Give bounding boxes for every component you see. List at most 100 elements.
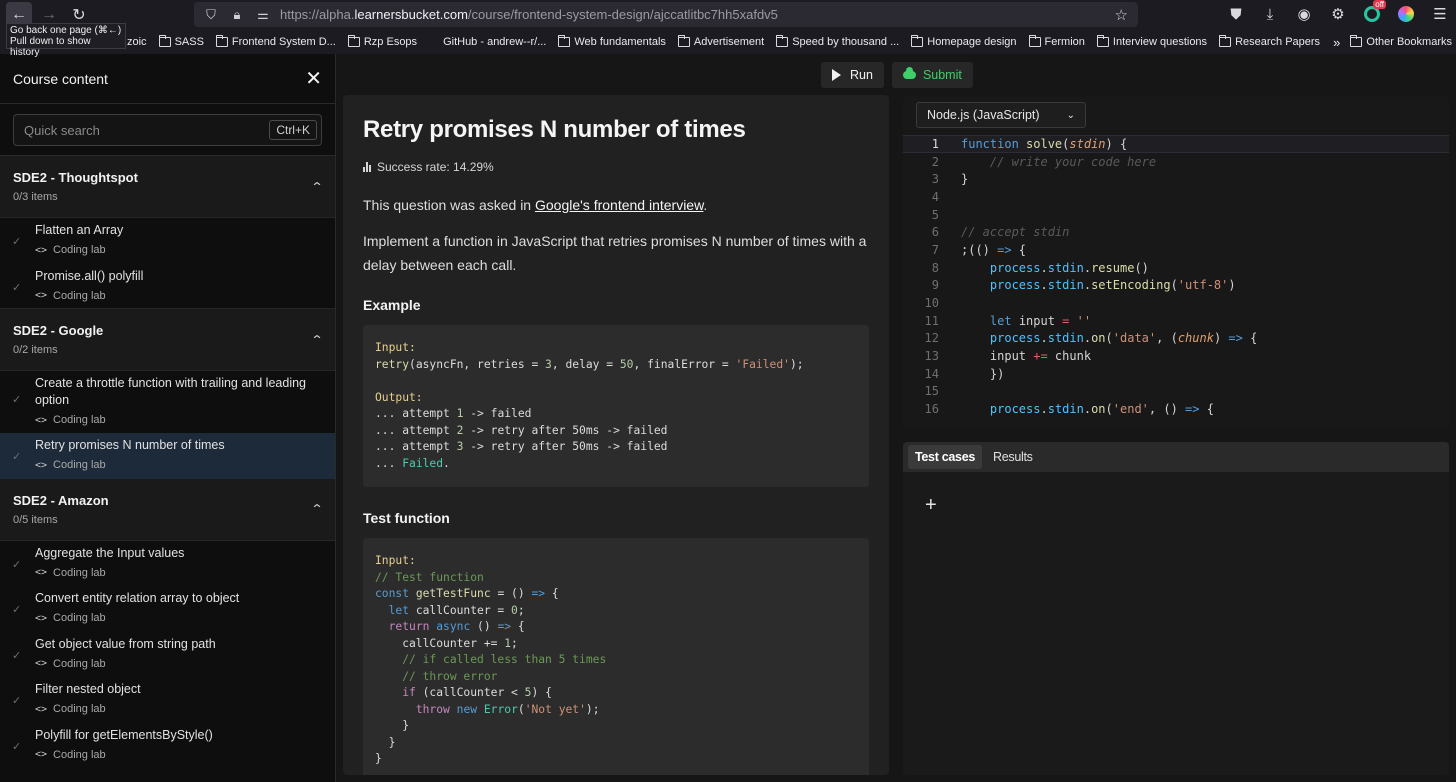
test-function-heading: Test function <box>363 510 450 526</box>
list-item[interactable]: ✓ Polyfill for getElementsByStyle() <> Codi… <box>0 723 335 769</box>
example-heading: Example <box>363 297 421 313</box>
account-icon[interactable]: ◉ <box>1294 3 1314 25</box>
section-header-google[interactable]: SDE2 - Google 0/2 items ⌃ <box>0 309 335 371</box>
interview-link[interactable]: Google's frontend interview <box>535 197 703 213</box>
list-item[interactable]: ✓ Promise.all() polyfill <> Coding lab <box>0 264 335 309</box>
search-wrap: Ctrl+K <box>0 104 335 156</box>
code-line[interactable]: 15 <box>903 383 1449 401</box>
list-item-active[interactable]: ✓ Retry promises N number of times <> Codin… <box>0 433 335 479</box>
color-extension-icon[interactable] <box>1396 3 1416 25</box>
code-line[interactable]: 9 process.stdin.setEncoding('utf-8') <box>903 277 1449 295</box>
item-type: Coding lab <box>53 748 106 761</box>
question-title: Retry promises N number of times <box>363 116 746 143</box>
code-line[interactable]: 3} <box>903 170 1449 188</box>
lock-icon[interactable]: 🔒︎ <box>228 7 246 23</box>
item-title: Convert entity relation array to object <box>35 591 240 605</box>
sidebar-title: Course content <box>13 70 108 87</box>
bookmark-item[interactable]: Rzp Esops <box>347 35 417 48</box>
pocket-icon[interactable]: ⛊ <box>1226 3 1246 25</box>
bookmark-item[interactable]: Homepage design <box>911 35 1017 48</box>
code-line[interactable]: 14 }) <box>903 365 1449 383</box>
add-test-case-icon[interactable]: + <box>925 494 937 517</box>
url-text[interactable]: https://alpha.learnersbucket.com/course/… <box>280 7 778 22</box>
list-item[interactable]: ✓ Create a throttle function with trailin… <box>0 371 335 433</box>
list-item[interactable]: ✓ Flatten an Array <> Coding lab <box>0 218 335 264</box>
search-shortcut: Ctrl+K <box>269 120 317 140</box>
shield-icon[interactable]: ⛉ <box>202 7 220 23</box>
check-icon: ✓ <box>12 649 22 662</box>
code-icon: <> <box>35 658 48 669</box>
browser-toolbar: ← → ↻ ⛉ 🔒︎ ⚌ https://alpha.learnersbucke… <box>0 0 1456 30</box>
check-icon: ✓ <box>12 740 22 753</box>
code-line[interactable]: 10 <box>903 294 1449 312</box>
code-line[interactable]: 11 let input = '' <box>903 312 1449 330</box>
chevron-more-icon[interactable]: » <box>1333 35 1340 50</box>
bookmark-item[interactable]: Frontend System D... <box>215 35 336 48</box>
bookmark-item[interactable]: Web fundamentals <box>558 35 666 48</box>
code-line[interactable]: 1 function solve(stdin) { <box>903 135 1449 153</box>
section-header-thoughtspot[interactable]: SDE2 - Thoughtspot 0/3 items ⌃ <box>0 156 335 218</box>
chevron-up-icon[interactable]: ⌃ <box>310 502 323 516</box>
section-header-amazon[interactable]: SDE2 - Amazon 0/5 items ⌃ <box>0 478 335 541</box>
section-count: 0/2 items <box>13 344 58 356</box>
language-select[interactable]: Node.js (JavaScript) ⌄ <box>916 102 1086 128</box>
code-line[interactable]: 4 <box>903 188 1449 206</box>
editor-lines[interactable]: 1 function solve(stdin) { 2 // write your… <box>903 135 1449 418</box>
code-line[interactable]: 8 process.stdin.resume() <box>903 259 1449 277</box>
other-bookmarks[interactable]: » Other Bookmarks <box>1333 35 1452 50</box>
folder-icon <box>215 35 228 47</box>
item-type: Coding lab <box>53 657 106 670</box>
bookmark-item[interactable]: Advertisement <box>677 35 764 48</box>
code-line[interactable]: 16 process.stdin.on('end', () => { <box>903 400 1449 418</box>
code-line[interactable]: 13 input += chunk <box>903 347 1449 365</box>
item-type: Coding lab <box>53 612 106 624</box>
bookmark-item[interactable]: SASS <box>158 35 204 48</box>
submit-button[interactable]: Submit <box>891 62 973 88</box>
code-line[interactable]: 6// accept stdin <box>903 223 1449 241</box>
code-line[interactable]: 5 <box>903 206 1449 224</box>
run-button[interactable]: Run <box>821 62 884 88</box>
extension-circle-icon[interactable]: off <box>1362 0 1386 25</box>
extensions-icon[interactable]: ⚙ <box>1328 3 1348 25</box>
asked-in-text: This question was asked in Google's fron… <box>363 197 708 213</box>
bookmark-item[interactable]: zoic <box>127 36 147 48</box>
bookmark-item[interactable]: Fermion <box>1028 35 1085 48</box>
list-item[interactable]: ✓ Aggregate the Input values <> Coding lab <box>0 541 335 587</box>
bookmark-star-icon[interactable]: ☆ <box>1115 6 1128 24</box>
chevron-up-icon[interactable]: ⌃ <box>310 180 323 194</box>
main-area: Run Submit Retry promises N number of ti… <box>337 54 1456 782</box>
permissions-icon[interactable]: ⚌ <box>254 7 272 23</box>
bookmarks-bar: zoic SASS Frontend System D... Rzp Esops… <box>0 30 1456 54</box>
check-icon: ✓ <box>12 281 22 294</box>
menu-icon[interactable]: ☰ <box>1430 3 1450 25</box>
bookmark-item[interactable]: GitHub - andrew--r/... <box>429 36 546 48</box>
item-title: Create a throttle function with trailing… <box>35 376 306 407</box>
folder-icon <box>776 35 789 47</box>
success-rate: Success rate: 14.29% <box>363 160 869 174</box>
list-item[interactable]: ✓ Filter nested object <> Coding lab <box>0 677 335 723</box>
item-title: Aggregate the Input values <box>35 545 185 560</box>
course-sidebar: Course content ✕ Ctrl+K SDE2 - Thoughtsp… <box>0 54 336 782</box>
tab-results[interactable]: Results <box>986 445 1040 469</box>
address-bar[interactable]: ⛉ 🔒︎ ⚌ https://alpha.learnersbucket.com/… <box>194 2 1138 27</box>
bookmark-item[interactable]: Interview questions <box>1096 35 1207 48</box>
quick-search[interactable]: Ctrl+K <box>13 114 322 146</box>
close-icon[interactable]: ✕ <box>305 66 322 91</box>
code-line[interactable]: 12 process.stdin.on('data', (chunk) => { <box>903 330 1449 348</box>
code-editor[interactable]: Node.js (JavaScript) ⌄ 1 function solve(st… <box>903 95 1449 429</box>
list-item[interactable]: ✓ Convert entity relation array to object… <box>0 586 335 632</box>
bookmark-item[interactable]: Speed by thousand ... <box>776 35 899 48</box>
section-count: 0/3 items <box>13 191 58 203</box>
folder-icon <box>1219 35 1232 47</box>
bookmark-item[interactable]: Research Papers <box>1219 35 1320 48</box>
list-item[interactable]: ✓ Get object value from string path <> Codi… <box>0 632 335 678</box>
code-line[interactable]: 7 ;(() => { <box>903 241 1449 259</box>
test-panel: Test cases Results + <box>903 442 1449 775</box>
downloads-icon[interactable]: ⤓ <box>1260 3 1280 25</box>
tab-test-cases[interactable]: Test cases <box>908 445 983 469</box>
item-type: Coding lab <box>53 566 106 579</box>
example-code-block: Input: retry(asyncFn, retries = 3, delay… <box>363 325 869 487</box>
search-input[interactable] <box>24 122 224 138</box>
chevron-up-icon[interactable]: ⌃ <box>310 333 323 347</box>
code-line[interactable]: 2 // write your code here <box>903 153 1449 171</box>
